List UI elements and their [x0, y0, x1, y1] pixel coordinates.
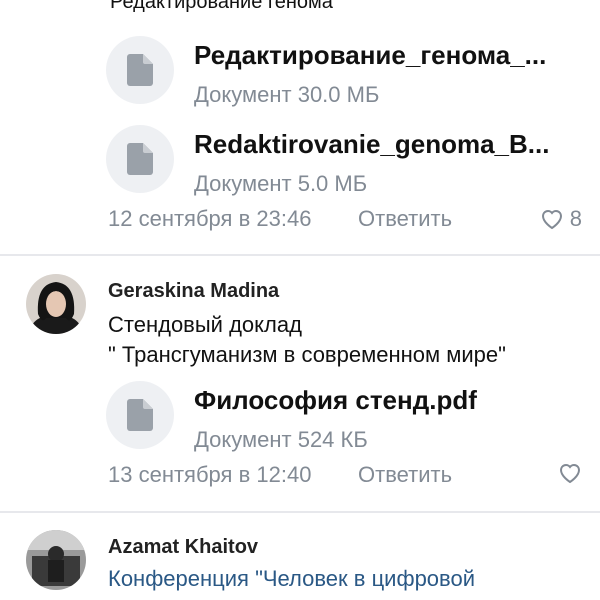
comment-author[interactable]: Azamat Khaitov [108, 536, 258, 559]
comment-link-text[interactable]: Конференция "Человек в цифровой [108, 566, 475, 592]
like-button[interactable]: 8 [540, 206, 582, 232]
like-button[interactable] [558, 462, 582, 484]
comment-text-tail: Редактирование генома" [110, 0, 341, 13]
heart-icon [541, 210, 562, 230]
divider [0, 254, 600, 256]
comment-footer: 13 сентября в 12:40 Ответить [108, 462, 582, 492]
attachment-document[interactable]: Философия стенд.pdf Документ 524 КБ [106, 381, 586, 457]
comment-footer: 12 сентября в 23:46 Ответить 8 [108, 206, 582, 236]
attachment-document[interactable]: Редактирование_генома_... Документ 30.0 … [106, 36, 586, 112]
comment-timestamp: 13 сентября в 12:40 [108, 462, 312, 487]
document-icon [106, 381, 174, 449]
comment-author[interactable]: Geraskina Madina [108, 280, 279, 303]
reply-button[interactable]: Ответить [358, 462, 452, 488]
comment-text: Стендовый доклад [108, 312, 302, 337]
attachment-name: Редактирование_генома_... [194, 40, 547, 70]
divider [0, 511, 600, 513]
attachment-name: Философия стенд.pdf [194, 385, 477, 415]
attachment-meta: Документ 5.0 МБ [194, 171, 368, 196]
attachment-document[interactable]: Redaktirovanie_genoma_B... Документ 5.0 … [106, 125, 586, 201]
comment-timestamp: 12 сентября в 23:46 [108, 206, 312, 231]
document-icon [106, 36, 174, 104]
like-count: 8 [569, 206, 582, 231]
attachment-meta: Документ 30.0 МБ [194, 82, 380, 107]
attachment-name: Redaktirovanie_genoma_B... [194, 129, 550, 159]
comment-text: " Трансгуманизм в современном мире" [108, 342, 506, 367]
document-icon [106, 125, 174, 193]
heart-icon [559, 464, 581, 484]
reply-button[interactable]: Ответить [358, 206, 452, 232]
avatar[interactable] [26, 530, 86, 590]
avatar[interactable] [26, 274, 86, 334]
attachment-meta: Документ 524 КБ [194, 427, 368, 452]
